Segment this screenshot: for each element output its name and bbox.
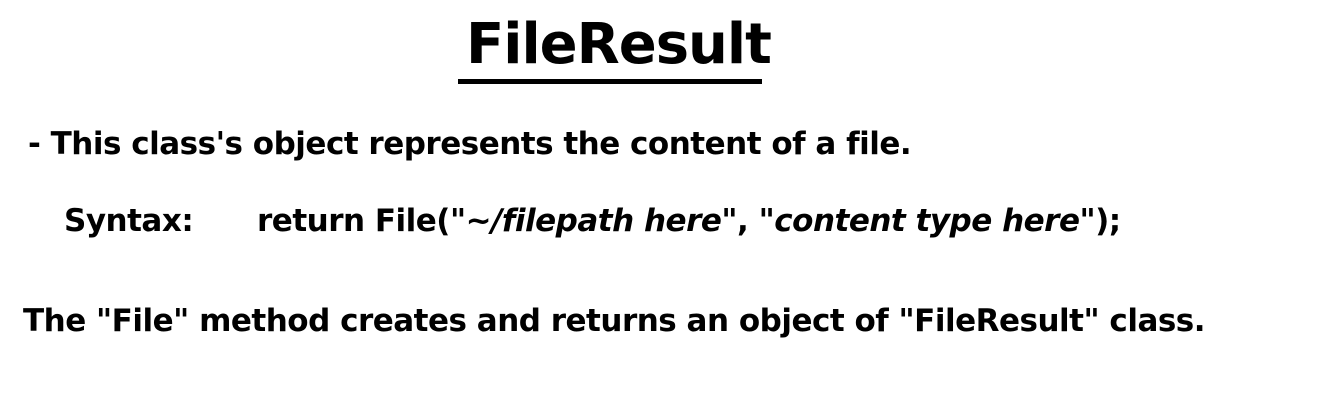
code-suffix: "); [1079, 203, 1121, 239]
content-type-placeholder: content type here [774, 203, 1080, 239]
page-title: FileResult [466, 12, 772, 77]
syntax-label: Syntax: [64, 203, 194, 239]
code-prefix: return File(" [257, 203, 466, 239]
path-placeholder: ~/filepath here [465, 203, 722, 239]
title-underline [458, 79, 762, 84]
code-middle: ", " [721, 203, 775, 239]
class-description: - This class's object represents the con… [28, 126, 912, 162]
syntax-code: return File("~/filepath here", "content … [257, 201, 1121, 241]
method-note: The "File" method creates and returns an… [23, 303, 1206, 339]
